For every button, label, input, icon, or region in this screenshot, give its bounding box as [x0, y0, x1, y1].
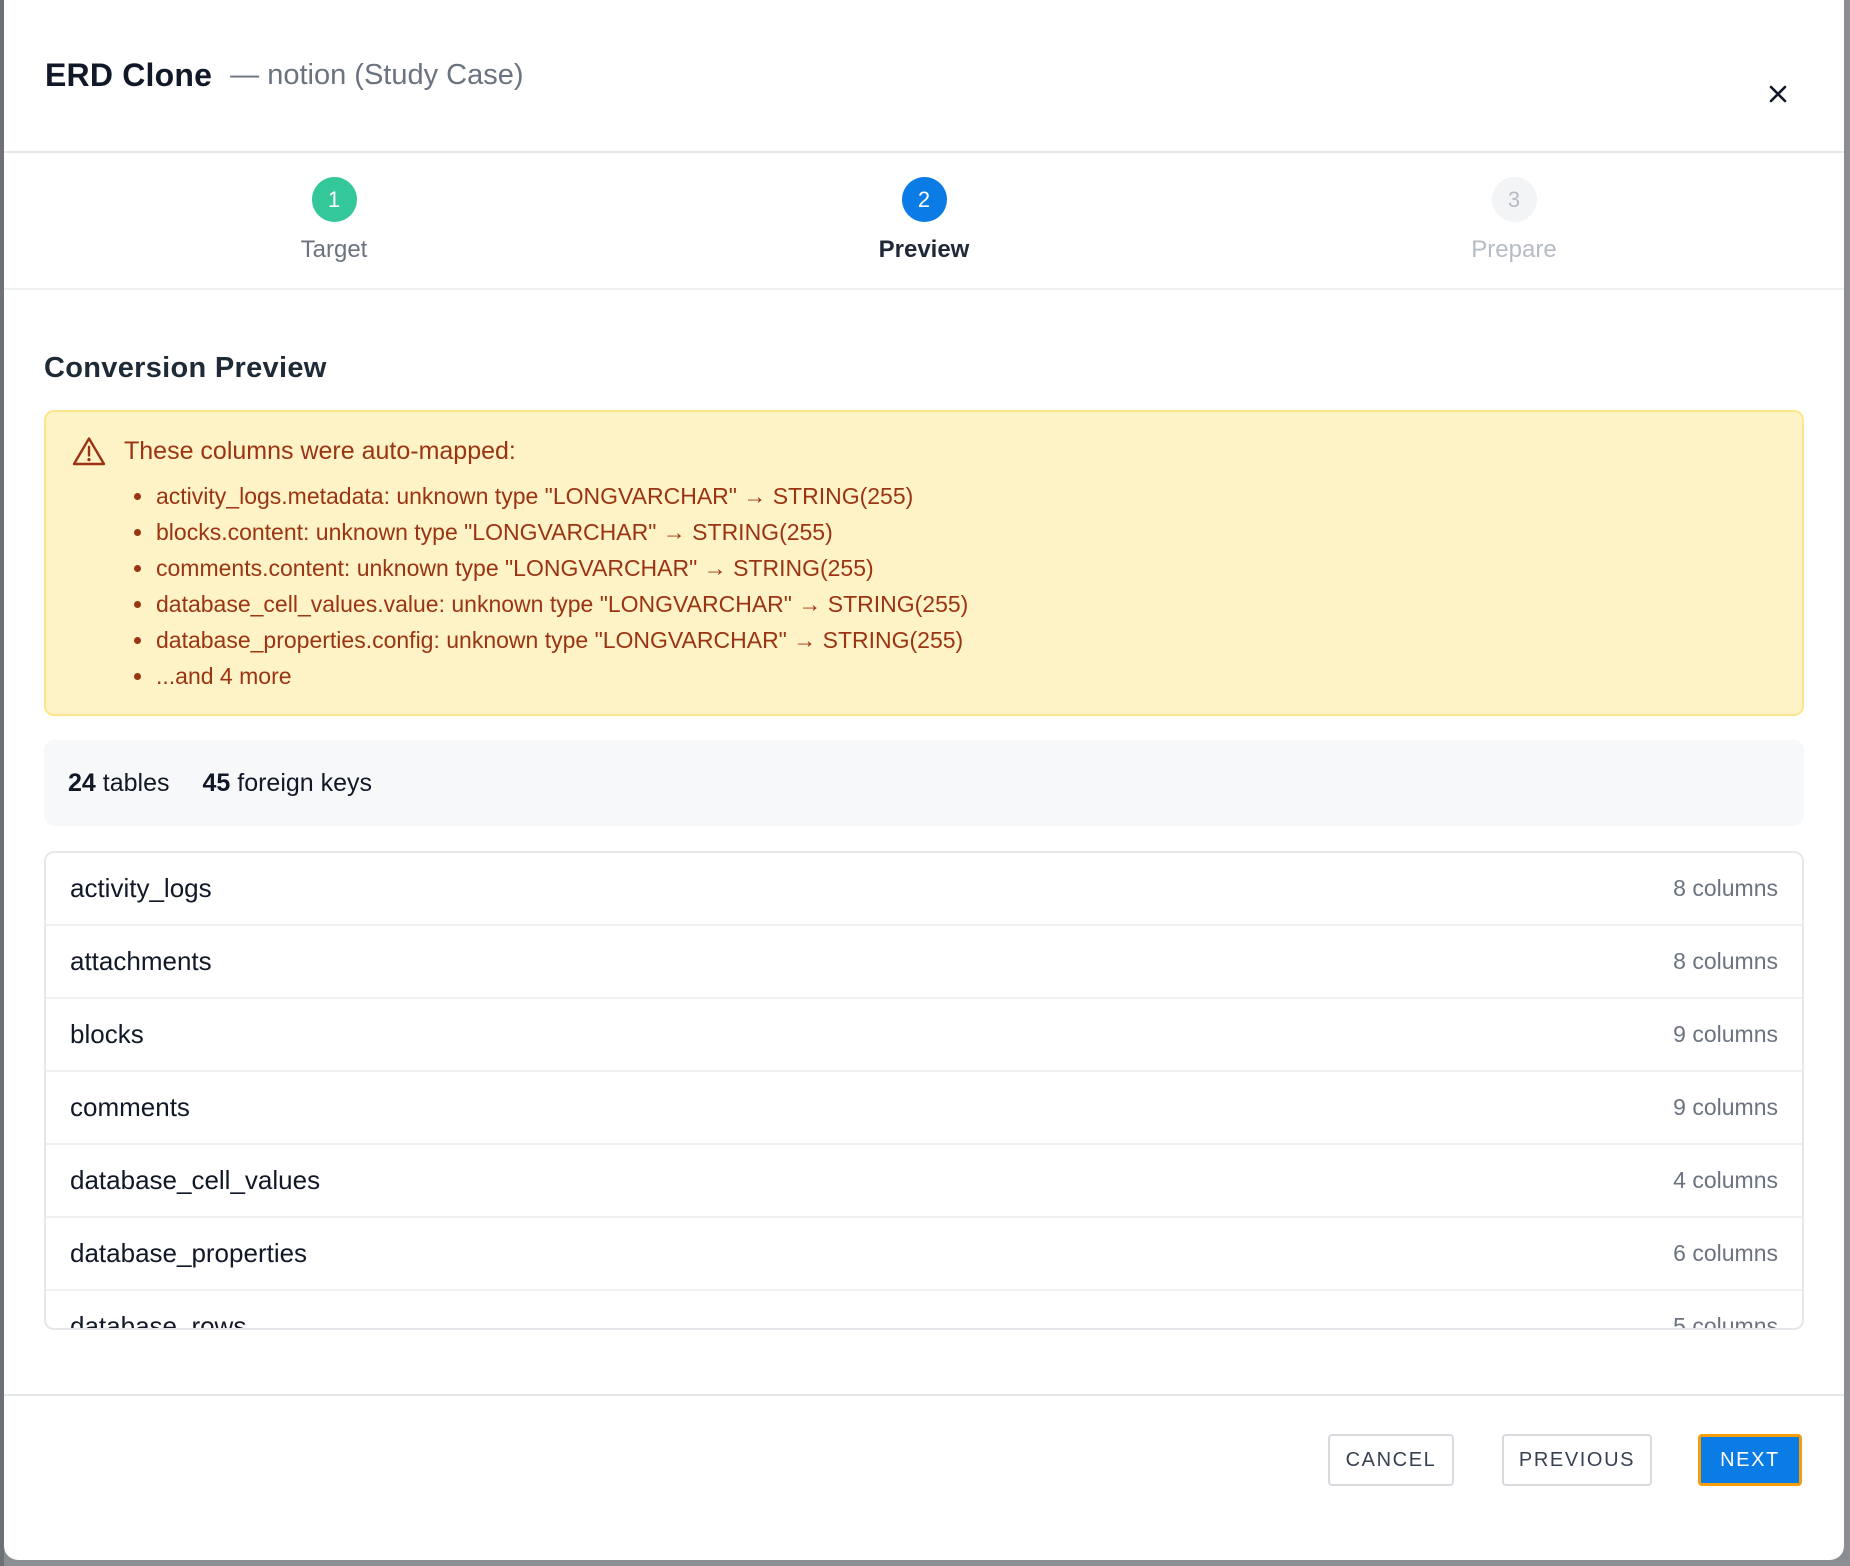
column-count: 4 columns: [1673, 1167, 1778, 1193]
step-number: 1: [311, 177, 357, 222]
step-label: Prepare: [1471, 236, 1557, 263]
summary-stats: 24 tables 45 foreign keys: [44, 740, 1804, 826]
step-number: 2: [901, 177, 947, 222]
cancel-button[interactable]: CANCEL: [1328, 1434, 1454, 1486]
table-row: attachments 8 columns: [46, 926, 1802, 999]
list-item: database_properties.config: unknown type…: [134, 622, 1776, 658]
table-name: database_properties: [70, 1238, 308, 1268]
step-prepare: 3 Prepare: [1364, 177, 1664, 264]
stepper: 1 Target 2 Preview 3 Prepare: [4, 153, 1844, 290]
column-count: 9 columns: [1673, 1094, 1778, 1120]
column-count: 6 columns: [1673, 1240, 1778, 1266]
dialog-footer: CANCEL PREVIOUS NEXT: [4, 1394, 1844, 1560]
column-count: 5 columns: [1673, 1313, 1778, 1330]
table-name: database_cell_values: [70, 1165, 321, 1195]
column-count: 8 columns: [1673, 948, 1778, 974]
section-title: Conversion Preview: [44, 352, 327, 384]
tables-label: tables: [102, 768, 170, 797]
fk-count: 45: [202, 768, 231, 797]
table-name: blocks: [70, 1019, 144, 1049]
tables-stat: 24 tables: [68, 769, 169, 798]
foreign-keys-stat: 45 foreign keys: [202, 769, 372, 798]
list-item: comments.content: unknown type "LONGVARC…: [134, 550, 1776, 586]
step-number: 3: [1491, 177, 1537, 222]
step-target: 1 Target: [184, 177, 484, 264]
alert-title: These columns were auto-mapped:: [124, 436, 516, 465]
column-count: 9 columns: [1673, 1021, 1778, 1047]
erd-clone-dialog: ERD Clone — notion (Study Case) 1 Target…: [4, 0, 1844, 1560]
table-row: database_cell_values 4 columns: [46, 1145, 1802, 1218]
list-item: blocks.content: unknown type "LONGVARCHA…: [134, 514, 1776, 550]
step-preview: 2 Preview: [774, 177, 1074, 264]
fk-label: foreign keys: [237, 768, 373, 797]
close-button[interactable]: [1762, 78, 1794, 110]
list-item: activity_logs.metadata: unknown type "LO…: [134, 478, 1776, 514]
table-row: database_properties 6 columns: [46, 1218, 1802, 1291]
table-row: blocks 9 columns: [46, 999, 1802, 1072]
dialog-header: ERD Clone — notion (Study Case): [4, 0, 1844, 153]
previous-button[interactable]: PREVIOUS: [1502, 1434, 1652, 1486]
table-row: activity_logs 8 columns: [46, 853, 1802, 926]
warning-icon: [72, 437, 106, 466]
close-icon: [1769, 85, 1787, 103]
step-label: Target: [300, 236, 368, 263]
table-row: database_rows 5 columns: [46, 1291, 1802, 1330]
table-name: database_rows: [70, 1311, 247, 1330]
dialog-subtitle: — notion (Study Case): [230, 59, 524, 91]
auto-mapped-warning: These columns were auto-mapped: activity…: [44, 410, 1804, 716]
table-name: activity_logs: [70, 873, 212, 903]
column-count: 8 columns: [1673, 875, 1778, 901]
dialog-title: ERD Clone: [45, 57, 213, 93]
table-name: comments: [70, 1092, 190, 1122]
table-row: comments 9 columns: [46, 1072, 1802, 1145]
next-button[interactable]: NEXT: [1698, 1434, 1802, 1486]
list-item: ...and 4 more: [134, 658, 1776, 694]
step-label: Preview: [878, 236, 970, 263]
dialog-content: Conversion Preview These columns were au…: [4, 352, 1844, 1330]
list-item: database_cell_values.value: unknown type…: [134, 586, 1776, 622]
alert-header: These columns were auto-mapped:: [72, 436, 1776, 466]
tables-count: 24: [68, 768, 96, 797]
table-name: attachments: [70, 946, 212, 976]
table-list[interactable]: activity_logs 8 columns attachments 8 co…: [44, 851, 1804, 1330]
alert-list: activity_logs.metadata: unknown type "LO…: [72, 478, 1776, 694]
